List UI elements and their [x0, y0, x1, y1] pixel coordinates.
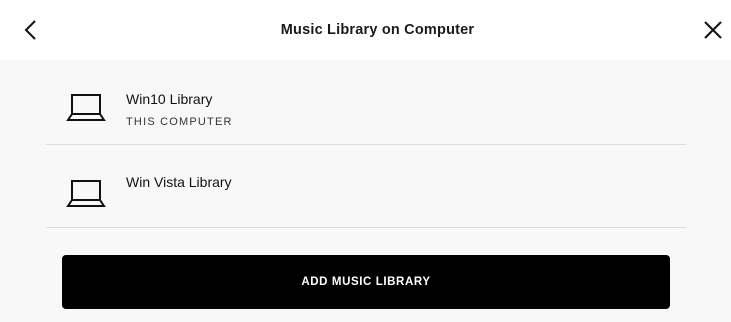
- library-subtitle: THIS COMPUTER: [126, 116, 233, 128]
- header-bar: Music Library on Computer: [0, 0, 731, 60]
- library-name: Win10 Library: [126, 91, 213, 107]
- add-music-library-button[interactable]: ADD MUSIC LIBRARY: [62, 255, 670, 309]
- laptop-icon: [66, 92, 106, 124]
- library-list: Win10 Library THIS COMPUTER Win Vista Li…: [46, 60, 686, 228]
- page-title: Music Library on Computer: [280, 22, 475, 38]
- library-item-win-vista[interactable]: Win Vista Library: [46, 145, 686, 228]
- library-item-win10[interactable]: Win10 Library THIS COMPUTER: [46, 60, 686, 145]
- library-name: Win Vista Library: [126, 174, 232, 190]
- close-icon[interactable]: [700, 17, 726, 43]
- laptop-icon: [66, 178, 106, 210]
